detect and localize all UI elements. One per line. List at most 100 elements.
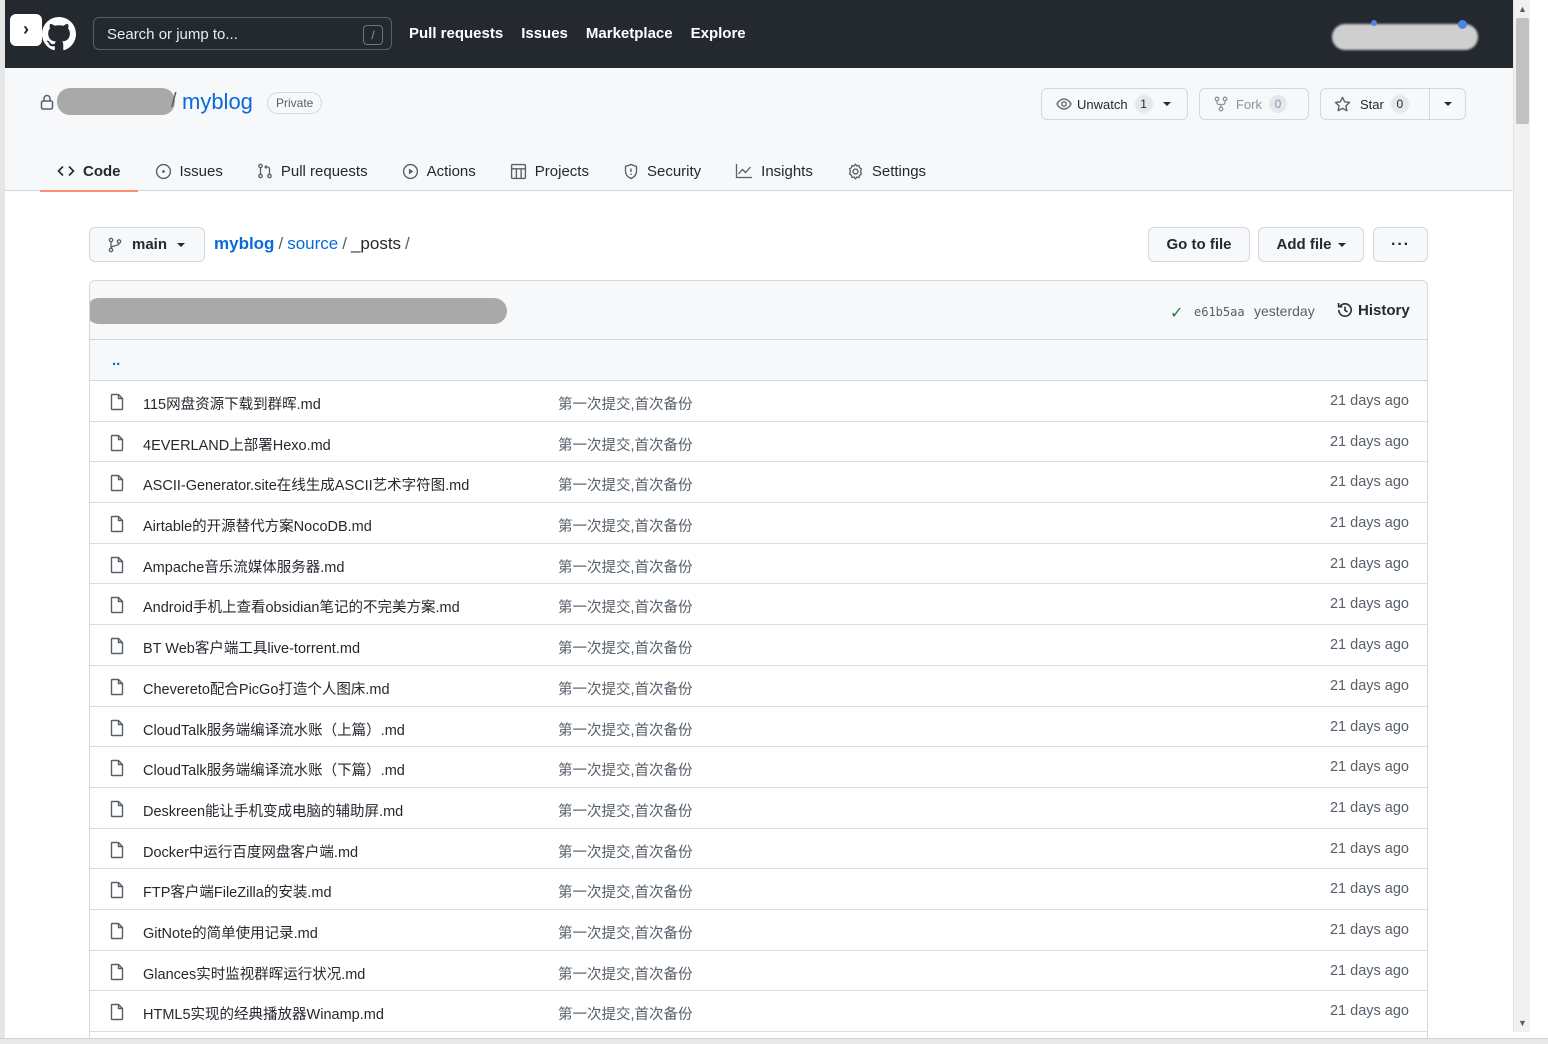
- file-row[interactable]: Airtable的开源替代方案NocoDB.md 第一次提交,首次备份 21 day…: [90, 503, 1427, 544]
- commit-message-link[interactable]: 第一次提交,首次备份: [558, 963, 693, 984]
- commit-message-link[interactable]: 第一次提交,首次备份: [558, 922, 693, 943]
- commit-author-message-redacted[interactable]: [90, 298, 507, 324]
- lock-icon: [40, 94, 54, 110]
- commit-message-link[interactable]: 第一次提交,首次备份: [558, 881, 693, 902]
- commit-message-link[interactable]: 第一次提交,首次备份: [558, 556, 693, 577]
- tab-label: Insights: [761, 162, 813, 180]
- file-name-link[interactable]: Docker中运行百度网盘客户端.md: [143, 841, 358, 862]
- tab-insights[interactable]: Insights: [718, 151, 830, 191]
- commit-message-link[interactable]: 第一次提交,首次备份: [558, 678, 693, 699]
- watch-button[interactable]: Unwatch 1: [1041, 88, 1188, 120]
- go-to-file-button[interactable]: Go to file: [1148, 227, 1250, 262]
- commit-message-link[interactable]: 第一次提交,首次备份: [558, 637, 693, 658]
- file-name-link[interactable]: BT Web客户端工具live-torrent.md: [143, 637, 360, 658]
- eye-icon: [1056, 98, 1072, 110]
- nav-explore[interactable]: Explore: [691, 25, 746, 42]
- file-row[interactable]: Chevereto配合PicGo打造个人图床.md 第一次提交,首次备份 21 da…: [90, 666, 1427, 707]
- file-name-link[interactable]: Airtable的开源替代方案NocoDB.md: [143, 515, 372, 536]
- file-name-link[interactable]: CloudTalk服务端编译流水账（上篇）.md: [143, 719, 405, 740]
- tab-label: Projects: [534, 162, 589, 180]
- file-row[interactable]: Docker中运行百度网盘客户端.md 第一次提交,首次备份 21 days ago: [90, 829, 1427, 870]
- file-row[interactable]: FTP客户端FileZilla的安装.md 第一次提交,首次备份 21 days a…: [90, 869, 1427, 910]
- file-icon: [109, 637, 125, 658]
- branch-select-button[interactable]: main: [89, 227, 205, 262]
- scroll-up-arrow-icon[interactable]: ▲: [1514, 2, 1531, 16]
- graph-icon: [736, 164, 753, 179]
- commit-sha-link[interactable]: e61b5aa: [1194, 305, 1245, 319]
- breadcrumb-repo[interactable]: myblog: [214, 234, 274, 253]
- commit-message-link[interactable]: 第一次提交,首次备份: [558, 434, 693, 455]
- file-name-link[interactable]: FTP客户端FileZilla的安装.md: [143, 881, 332, 902]
- file-icon: [109, 841, 125, 862]
- commit-message-link[interactable]: 第一次提交,首次备份: [558, 474, 693, 495]
- history-link[interactable]: History: [1336, 301, 1410, 319]
- file-row[interactable]: Glances实时监视群晖运行状况.md 第一次提交,首次备份 21 days ag…: [90, 951, 1427, 992]
- commit-message-link[interactable]: 第一次提交,首次备份: [558, 841, 693, 862]
- file-name-link[interactable]: GitNote的简单使用记录.md: [143, 922, 318, 943]
- commit-message-link[interactable]: 第一次提交,首次备份: [558, 596, 693, 617]
- add-file-label: Add file: [1276, 236, 1332, 253]
- tab-projects[interactable]: Projects: [493, 151, 606, 191]
- tab-issues[interactable]: Issues: [138, 151, 240, 191]
- file-row[interactable]: HTML5实现的经典播放器Winamp.md 第一次提交,首次备份 21 days …: [90, 991, 1427, 1032]
- file-row[interactable]: BT Web客户端工具live-torrent.md 第一次提交,首次备份 21 d…: [90, 625, 1427, 666]
- file-name-link[interactable]: 115网盘资源下载到群晖.md: [143, 393, 321, 414]
- more-options-button[interactable]: ···: [1373, 227, 1428, 262]
- check-icon[interactable]: ✓: [1170, 303, 1183, 323]
- tab-code[interactable]: Code: [40, 151, 138, 192]
- file-name-link[interactable]: ASCII-Generator.site在线生成ASCII艺术字符图.md: [143, 474, 469, 495]
- file-row[interactable]: CloudTalk服务端编译流水账（下篇）.md 第一次提交,首次备份 21 day…: [90, 747, 1427, 788]
- search-placeholder: Search or jump to...: [107, 26, 238, 43]
- commit-message-link[interactable]: 第一次提交,首次备份: [558, 393, 693, 414]
- file-row[interactable]: 4EVERLAND上部署Hexo.md 第一次提交,首次备份 21 days ago: [90, 422, 1427, 463]
- file-row[interactable]: ASCII-Generator.site在线生成ASCII艺术字符图.md 第一次…: [90, 462, 1427, 504]
- file-row[interactable]: Android手机上查看obsidian笔记的不完美方案.md 第一次提交,首次备…: [90, 584, 1427, 626]
- file-row[interactable]: Ampache音乐流媒体服务器.md 第一次提交,首次备份 21 days ago: [90, 544, 1427, 585]
- commit-message-link[interactable]: 第一次提交,首次备份: [558, 1003, 693, 1024]
- file-name-link[interactable]: Android手机上查看obsidian笔记的不完美方案.md: [143, 596, 460, 617]
- tab-security[interactable]: Security: [606, 151, 718, 191]
- file-name-link[interactable]: Chevereto配合PicGo打造个人图床.md: [143, 678, 390, 699]
- fork-button[interactable]: Fork 0: [1199, 88, 1309, 120]
- breadcrumb-source[interactable]: source: [287, 234, 338, 253]
- file-name-link[interactable]: Glances实时监视群晖运行状况.md: [143, 963, 365, 984]
- scroll-down-arrow-icon[interactable]: ▼: [1514, 1016, 1531, 1030]
- commit-message-link[interactable]: 第一次提交,首次备份: [558, 800, 693, 821]
- tab-settings[interactable]: Settings: [830, 151, 943, 191]
- github-logo-icon[interactable]: [42, 17, 76, 51]
- nav-marketplace[interactable]: Marketplace: [586, 25, 673, 42]
- tab-actions[interactable]: Actions: [385, 151, 493, 191]
- parent-directory-row[interactable]: ..: [90, 340, 1427, 381]
- file-name-link[interactable]: 4EVERLAND上部署Hexo.md: [143, 434, 331, 455]
- sidebar-toggle-button[interactable]: ›: [10, 14, 42, 46]
- commit-message-link[interactable]: 第一次提交,首次备份: [558, 719, 693, 740]
- scrollbar[interactable]: ▲ ▼: [1513, 0, 1530, 1032]
- file-name-link[interactable]: Ampache音乐流媒体服务器.md: [143, 556, 344, 577]
- star-count: 0: [1390, 95, 1409, 113]
- file-row[interactable]: CloudTalk服务端编译流水账（上篇）.md 第一次提交,首次备份 21 day…: [90, 707, 1427, 748]
- nav-issues[interactable]: Issues: [521, 25, 568, 42]
- tab-pull-requests[interactable]: Pull requests: [240, 151, 385, 191]
- file-row[interactable]: 115网盘资源下载到群晖.md 第一次提交,首次备份 21 days ago: [90, 381, 1427, 422]
- parent-directory-link[interactable]: ..: [112, 352, 120, 369]
- repo-name-link[interactable]: myblog: [182, 89, 253, 115]
- user-menu-redacted[interactable]: [1332, 24, 1478, 50]
- search-input[interactable]: Search or jump to... /: [93, 17, 392, 50]
- add-file-button[interactable]: Add file: [1258, 227, 1364, 262]
- branch-name: main: [132, 236, 168, 253]
- repo-owner-redacted[interactable]: [57, 88, 175, 115]
- scroll-thumb[interactable]: [1516, 18, 1529, 124]
- file-name-link[interactable]: CloudTalk服务端编译流水账（下篇）.md: [143, 759, 405, 780]
- file-name-link[interactable]: Deskreen能让手机变成电脑的辅助屏.md: [143, 800, 403, 821]
- gear-icon: [848, 162, 862, 180]
- commit-message-link[interactable]: 第一次提交,首次备份: [558, 759, 693, 780]
- file-row[interactable]: Deskreen能让手机变成电脑的辅助屏.md 第一次提交,首次备份 21 days…: [90, 788, 1427, 829]
- global-header: › Search or jump to... / Pull requests I…: [5, 0, 1513, 68]
- file-row[interactable]: GitNote的简单使用记录.md 第一次提交,首次备份 21 days ago: [90, 910, 1427, 951]
- star-button[interactable]: Star 0: [1321, 95, 1429, 113]
- commit-message-link[interactable]: 第一次提交,首次备份: [558, 515, 693, 536]
- nav-pull-requests[interactable]: Pull requests: [409, 25, 503, 42]
- file-name-link[interactable]: HTML5实现的经典播放器Winamp.md: [143, 1003, 384, 1024]
- star-list-dropdown[interactable]: [1430, 102, 1465, 106]
- commit-age: 21 days ago: [1329, 474, 1409, 491]
